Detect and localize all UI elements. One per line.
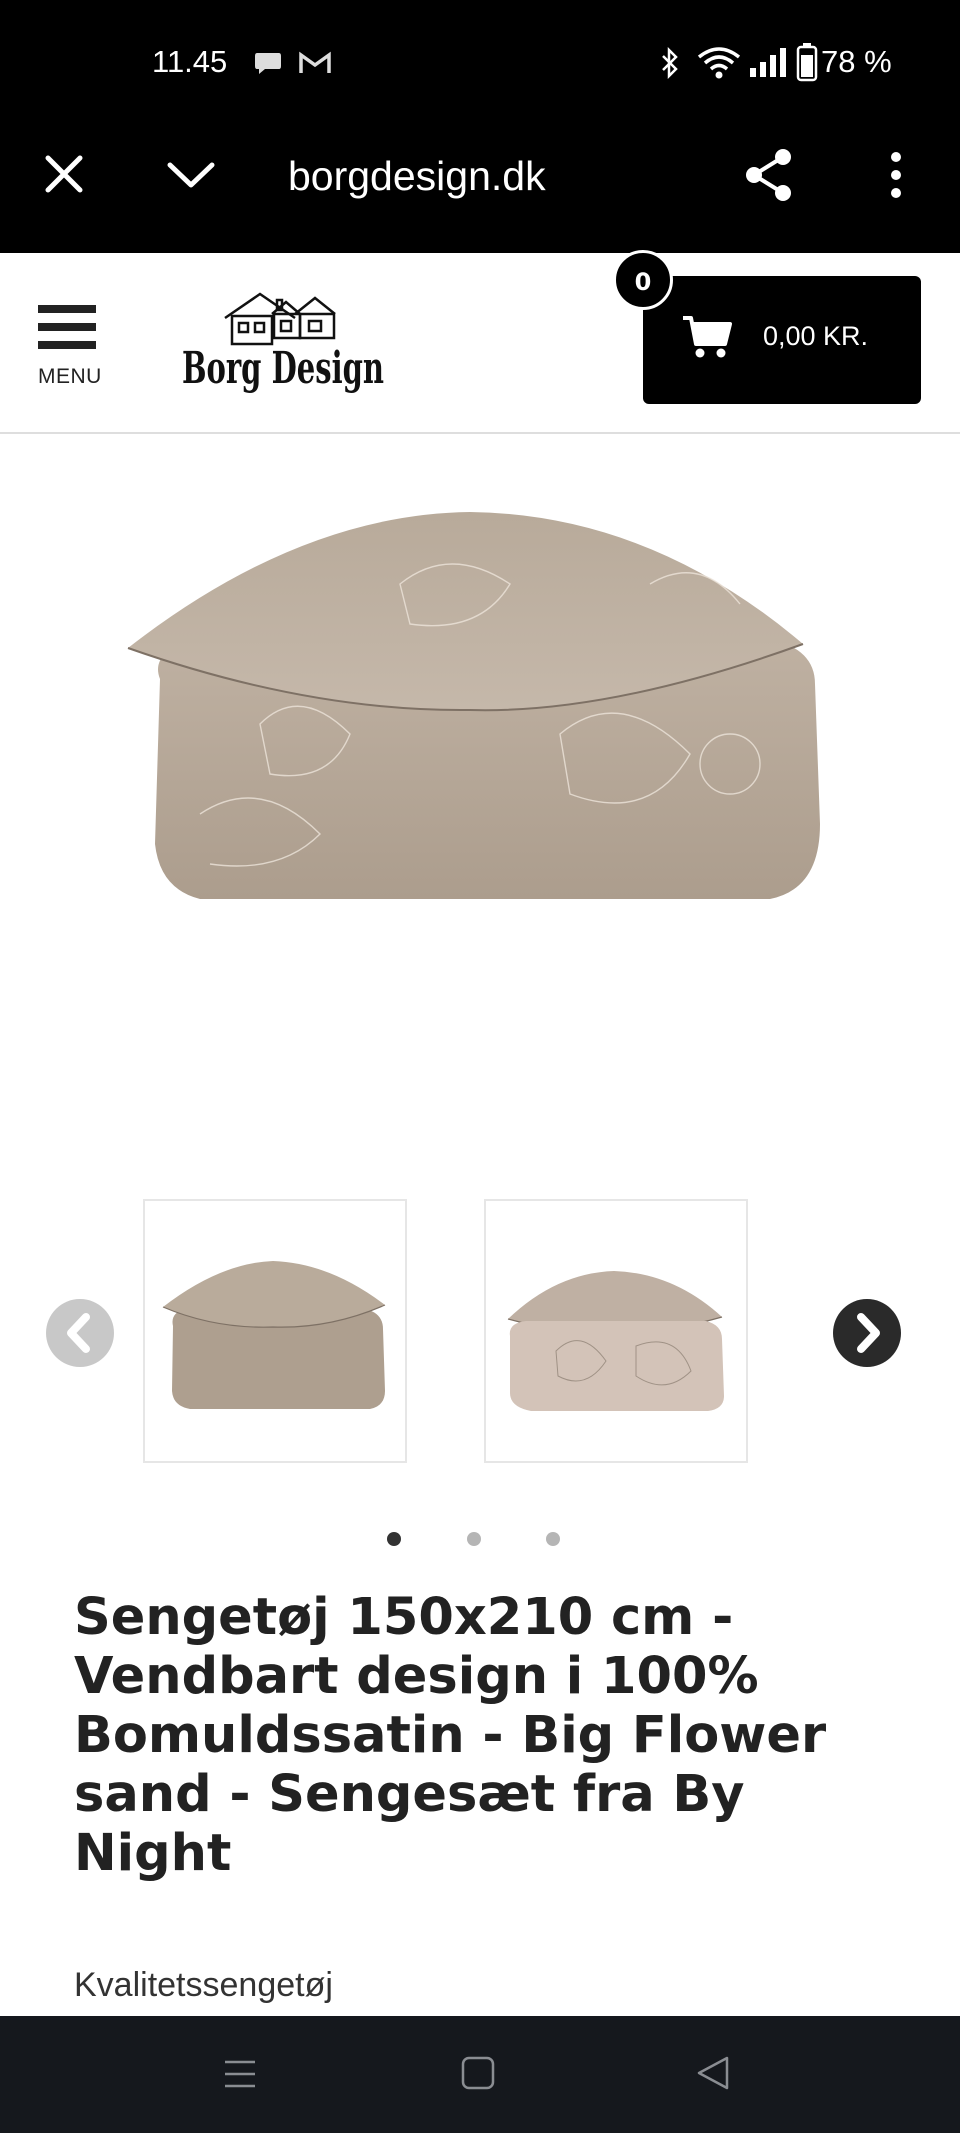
chevron-left-icon [67, 1313, 90, 1353]
android-nav-bar [0, 2016, 960, 2133]
site-header: MENU Borg Design 0,00 KR. 0 [0, 250, 960, 434]
svg-text:Borg Design: Borg Design [182, 343, 384, 394]
borg-design-logo[interactable]: Borg Design [180, 286, 390, 401]
hamburger-icon [38, 305, 96, 349]
chevron-down-icon[interactable] [166, 160, 216, 190]
product-main-image[interactable] [0, 434, 960, 1154]
cart-count-badge: 0 [613, 250, 673, 310]
back-icon[interactable] [695, 2055, 731, 2091]
product-subtitle: Kvalitetssengetøj [74, 1966, 333, 2004]
shopping-cart-icon [683, 316, 732, 358]
pagination-dot-1[interactable] [387, 1532, 401, 1546]
close-tab-icon[interactable] [44, 154, 84, 194]
cart-button[interactable]: 0,00 KR. [643, 276, 921, 404]
cart-total: 0,00 KR. [763, 321, 869, 351]
bluetooth-icon [662, 47, 678, 79]
product-title-line-2: Vendbart design i 100% [74, 1647, 759, 1706]
more-options-icon[interactable] [888, 151, 904, 199]
battery-percentage: 78 % [821, 44, 892, 79]
menu-label: MENU [38, 365, 102, 388]
status-bar: 11.45 78 % [0, 0, 960, 127]
thumbnail-2[interactable] [484, 1199, 748, 1463]
product-title-line-5: Night [74, 1824, 232, 1883]
product-title-line-1: Sengetøj 150x210 cm - [74, 1588, 734, 1647]
status-time: 11.45 [152, 44, 228, 79]
pagination-dot-3[interactable] [546, 1532, 560, 1546]
product-title: Sengetøj 150x210 cm - Vendbart design i … [74, 1588, 874, 1883]
product-title-line-3: Bomuldssatin - Big Flower [74, 1706, 827, 1765]
gmail-notification-icon [299, 51, 331, 73]
signal-icon [750, 48, 786, 77]
chat-notification-icon [255, 53, 281, 74]
home-icon[interactable] [460, 2055, 496, 2091]
product-title-line-4: sand - Sengesæt fra By [74, 1765, 745, 1824]
recent-apps-icon[interactable] [222, 2056, 258, 2092]
battery-icon [796, 43, 818, 82]
next-image-button[interactable] [833, 1299, 901, 1367]
browser-toolbar: borgdesign.dk [0, 127, 960, 253]
thumbnail-1[interactable] [143, 1199, 407, 1463]
thumbnail-image-1 [162, 1261, 386, 1409]
share-icon[interactable] [743, 147, 795, 203]
pagination-dot-2[interactable] [467, 1532, 481, 1546]
prev-image-button[interactable] [46, 1299, 114, 1367]
url-display[interactable]: borgdesign.dk [288, 153, 546, 200]
thumbnail-image-2 [507, 1271, 724, 1411]
wifi-icon [697, 47, 741, 79]
chevron-right-icon [857, 1313, 880, 1353]
